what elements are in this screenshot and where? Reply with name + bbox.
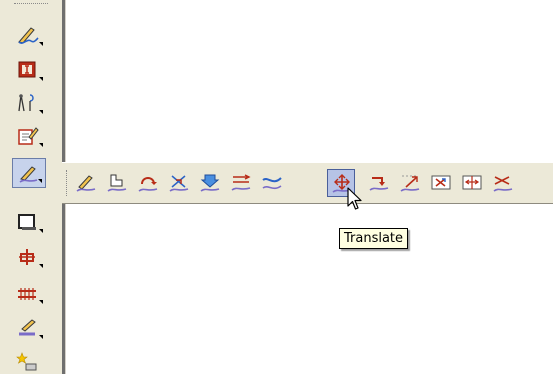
- rail-track-button[interactable]: [12, 278, 46, 308]
- flyout-arrow-icon: [39, 143, 43, 147]
- parallel-curve-icon: [231, 174, 251, 191]
- scale-box-icon: [431, 175, 451, 190]
- star-tool-icon: [16, 352, 37, 371]
- sketch-curve-icon: [18, 27, 39, 44]
- parallel-curve-button[interactable]: [227, 169, 255, 197]
- curve-flyout-toolbar: [62, 162, 553, 204]
- flyout-arrow-icon: [39, 300, 43, 304]
- translate-tooltip: Translate: [339, 228, 409, 249]
- draw-curve-icon: [76, 175, 96, 192]
- edit-document-button[interactable]: [12, 121, 46, 151]
- rotate-curve-button[interactable]: [134, 169, 162, 197]
- cross-curve-button[interactable]: [165, 169, 193, 197]
- rectangle-button[interactable]: [12, 207, 46, 237]
- toolbar-grip[interactable]: [14, 3, 48, 6]
- flyout-arrow-icon: [38, 179, 42, 183]
- rail-track-icon: [18, 288, 36, 300]
- compass-measure-button[interactable]: [12, 88, 46, 118]
- rotate-curve-icon: [138, 177, 158, 192]
- sketch-curve-button[interactable]: [12, 20, 46, 50]
- mirror-box-button[interactable]: [458, 169, 486, 197]
- project-down-button[interactable]: [196, 169, 224, 197]
- flyout-grip[interactable]: [66, 170, 69, 196]
- curve-tools-button[interactable]: [12, 158, 46, 188]
- compass-measure-icon: [18, 94, 34, 112]
- blend-curve-button[interactable]: [258, 169, 286, 197]
- blend-curve-icon: [262, 177, 282, 190]
- cross-curve-icon: [169, 175, 189, 192]
- star-tool-button[interactable]: [12, 347, 46, 377]
- split-curve-button[interactable]: [489, 169, 517, 197]
- pipe-section-button[interactable]: [12, 242, 46, 272]
- vertical-toolbar: [0, 0, 62, 374]
- mirror-box-icon: [462, 175, 482, 190]
- scale-box-button[interactable]: [427, 169, 455, 197]
- flyout-arrow-icon: [39, 77, 43, 81]
- flyout-arrow-icon: [39, 335, 43, 339]
- curve-to-shape-icon: [107, 174, 127, 192]
- split-curve-icon: [493, 176, 513, 192]
- ruler-pencil-button[interactable]: [12, 313, 46, 343]
- move-arrow-icon: [369, 177, 389, 191]
- ruler-pencil-icon: [19, 319, 36, 336]
- rectangle-icon: [18, 214, 36, 230]
- curve-to-shape-button[interactable]: [103, 169, 131, 197]
- flyout-arrow-icon: [39, 110, 43, 114]
- extend-curve-icon: [400, 175, 420, 192]
- pipe-section-icon: [19, 249, 35, 265]
- draw-curve-button[interactable]: [72, 169, 100, 197]
- extend-curve-button[interactable]: [396, 169, 424, 197]
- flyout-arrow-icon: [39, 229, 43, 233]
- i-beam-button[interactable]: [12, 55, 46, 85]
- flyout-arrow-icon: [39, 42, 43, 46]
- project-down-icon: [200, 174, 220, 192]
- move-arrow-button[interactable]: [365, 169, 393, 197]
- edit-document-icon: [18, 127, 39, 145]
- mouse-cursor-icon: [347, 187, 362, 210]
- i-beam-icon: [18, 61, 36, 78]
- flyout-arrow-icon: [39, 264, 43, 268]
